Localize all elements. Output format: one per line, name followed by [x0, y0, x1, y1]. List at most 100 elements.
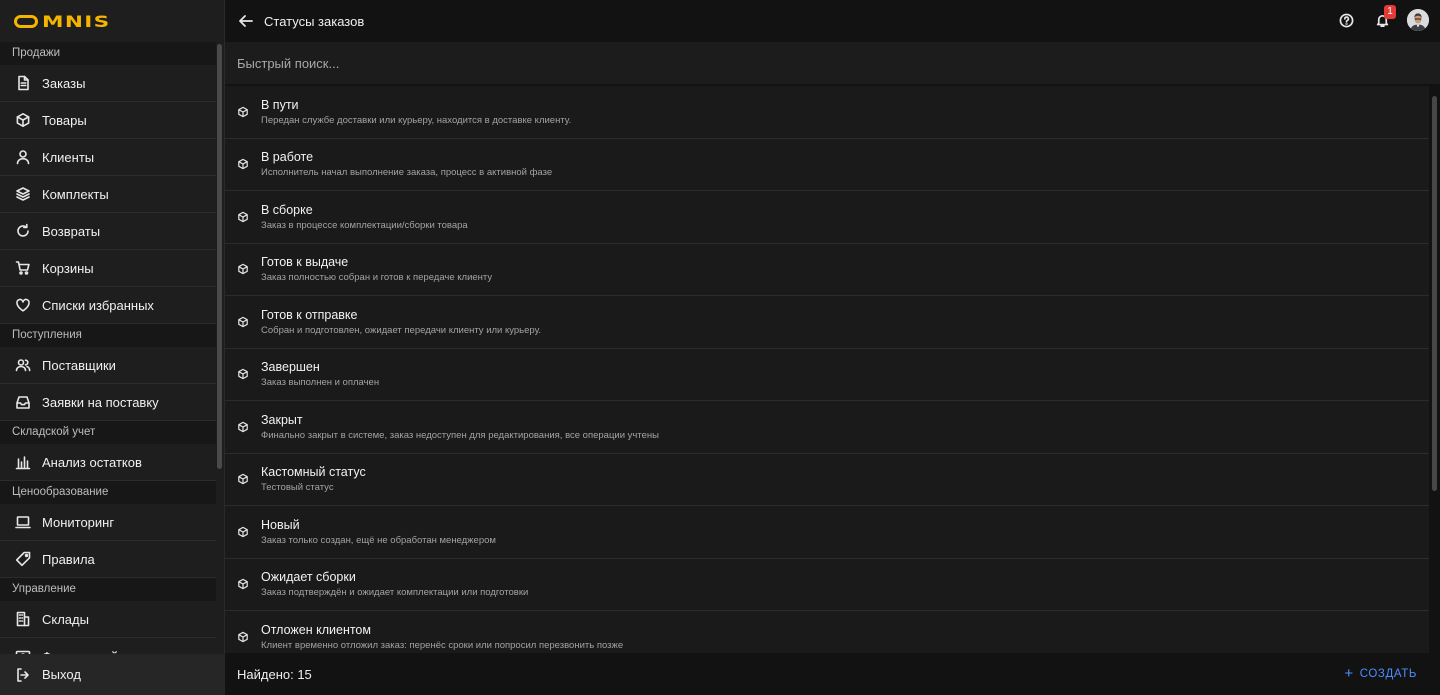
status-row[interactable]: Новый Заказ только создан, ещё не обработ… [225, 506, 1429, 559]
sidebar-item-label: Заявки на поставку [42, 394, 159, 410]
avatar[interactable] [1407, 9, 1429, 31]
bar-chart-icon [15, 454, 31, 470]
status-text: В работе Исполнитель начал выполнение зак… [261, 149, 552, 179]
sidebar-item-users[interactable]: Поставщики [0, 347, 216, 384]
box-icon [237, 473, 249, 485]
box-icon [237, 578, 249, 590]
create-button[interactable]: + СОЗДАТЬ [1344, 666, 1417, 681]
status-text: Закрыт Финально закрыт в системе, заказ н… [261, 412, 659, 442]
status-row[interactable]: В работе Исполнитель начал выполнение зак… [225, 138, 1429, 191]
sidebar-item-user[interactable]: Клиенты [0, 139, 216, 176]
sidebar-scrollbar[interactable] [217, 44, 222, 469]
box-icon [237, 368, 249, 380]
logout-button[interactable]: Выход [0, 654, 225, 695]
status-text: В сборке Заказ в процессе комплектации/сб… [261, 202, 468, 232]
status-row[interactable]: Готов к выдаче Заказ полностью собран и г… [225, 243, 1429, 296]
status-row[interactable]: Завершен Заказ выполнен и оплачен [225, 348, 1429, 401]
sidebar-item-bar-chart[interactable]: Анализ остатков [0, 444, 216, 481]
status-row[interactable]: Ожидает сборки Заказ подтверждён и ожидае… [225, 558, 1429, 611]
status-text: Готов к отправке Собран и подготовлен, ож… [261, 307, 541, 337]
plus-icon: + [1344, 665, 1354, 682]
sidebar-item-box[interactable]: Товары [0, 102, 216, 139]
arrow-left-icon [239, 15, 253, 27]
back-button[interactable] [237, 12, 255, 30]
sidebar-section-header: Поступления [0, 324, 216, 347]
sidebar-item-cart[interactable]: Корзины [0, 250, 216, 287]
sidebar-item-finance[interactable]: Финансовый учет [0, 638, 216, 654]
omnis-logo[interactable]: MNIS [14, 12, 109, 31]
sidebar-item-heart[interactable]: Списки избранных [0, 287, 216, 324]
sidebar-item-label: Комплекты [42, 186, 109, 202]
user-icon [15, 149, 31, 165]
layers-icon [15, 186, 31, 202]
status-row[interactable]: Готов к отправке Собран и подготовлен, ож… [225, 296, 1429, 349]
users-icon [15, 357, 31, 373]
sidebar-item-building[interactable]: Склады [0, 601, 216, 638]
status-row[interactable]: В пути Передан службе доставки или курьер… [225, 86, 1429, 139]
sidebar-nav: Продажи Заказы Товары Клиенты Комплекты Возвр… [0, 42, 216, 654]
building-icon [15, 611, 31, 627]
status-name: Готов к отправке [261, 307, 358, 322]
status-description: Заказ полностью собран и готов к передач… [261, 272, 493, 284]
page-title: Статусы заказов [264, 13, 365, 29]
notification-badge: 1 [1384, 5, 1396, 19]
logo-o-shape [14, 14, 38, 28]
status-name: В пути [261, 97, 299, 112]
user-photo [1407, 9, 1429, 31]
status-name: Кастомный статус [261, 465, 366, 480]
status-description: Исполнитель начал выполнение заказа, про… [261, 167, 553, 179]
footer: Найдено: 15 + СОЗДАТЬ [225, 654, 1440, 695]
sidebar-item-inbox[interactable]: Заявки на поставку [0, 384, 216, 421]
status-description: Тестовый статус [261, 482, 334, 494]
logo-bar: MNIS [0, 0, 224, 42]
help-button[interactable] [1335, 9, 1357, 31]
box-icon [15, 112, 31, 128]
sidebar-item-laptop[interactable]: Мониторинг [0, 504, 216, 541]
sidebar-item-label: Товары [42, 112, 87, 128]
status-row[interactable]: Закрыт Финально закрыт в системе, заказ н… [225, 401, 1429, 454]
list-scrollbar[interactable] [1432, 96, 1437, 491]
box-icon [237, 106, 249, 118]
quick-search-input[interactable] [237, 55, 837, 71]
status-name: В сборке [261, 202, 313, 217]
heart-icon [15, 297, 31, 313]
sidebar-item-tag[interactable]: Правила [0, 541, 216, 578]
sidebar-item-label: Склады [42, 611, 89, 627]
sidebar-item-label: Поставщики [42, 357, 116, 373]
sidebar-item-document[interactable]: Заказы [0, 65, 216, 102]
status-row[interactable]: В сборке Заказ в процессе комплектации/сб… [225, 191, 1429, 244]
status-text: Кастомный статус Тестовый статус [261, 464, 366, 494]
create-label: СОЗДАТЬ [1359, 667, 1417, 680]
box-icon [237, 631, 249, 643]
sidebar-item-refresh[interactable]: Возвраты [0, 213, 216, 250]
status-description: Заказ подтверждён и ожидает комплектации… [261, 587, 529, 599]
sidebar-item-label: Заказы [42, 75, 86, 91]
status-text: В пути Передан службе доставки или курьер… [261, 97, 571, 127]
status-text: Отложен клиентом Клиент временно отложил … [261, 622, 623, 652]
results-count: Найдено: 15 [237, 667, 312, 682]
status-text: Завершен Заказ выполнен и оплачен [261, 359, 379, 389]
sidebar-item-label: Списки избранных [42, 297, 154, 313]
box-icon [237, 211, 249, 223]
status-text: Ожидает сборки Заказ подтверждён и ожидае… [261, 569, 528, 599]
sidebar-item-layers[interactable]: Комплекты [0, 176, 216, 213]
box-icon [237, 158, 249, 170]
status-list: В пути Передан службе доставки или курьер… [225, 86, 1429, 653]
top-bar: Статусы заказов 1 [225, 0, 1440, 42]
notifications-button[interactable]: 1 [1371, 5, 1396, 31]
status-name: Ожидает сборки [261, 570, 356, 585]
status-name: Закрыт [261, 412, 303, 427]
cart-icon [15, 260, 31, 276]
sidebar-item-label: Возвраты [42, 223, 101, 239]
sidebar: MNIS Продажи Заказы Товары Клиенты Комплекты… [0, 0, 225, 695]
status-description: Заказ выполнен и оплачен [261, 377, 380, 389]
status-name: Завершен [261, 360, 320, 375]
logout-label: Выход [42, 667, 81, 682]
status-row[interactable]: Отложен клиентом Клиент временно отложил … [225, 611, 1429, 653]
status-name: Готов к выдаче [261, 255, 349, 270]
status-row[interactable]: Кастомный статус Тестовый статус [225, 453, 1429, 506]
inbox-icon [15, 394, 31, 410]
status-description: Передан службе доставки или курьеру, нах… [261, 114, 572, 126]
sidebar-section-header: Ценообразование [0, 481, 216, 504]
top-actions: 1 [1335, 5, 1429, 31]
